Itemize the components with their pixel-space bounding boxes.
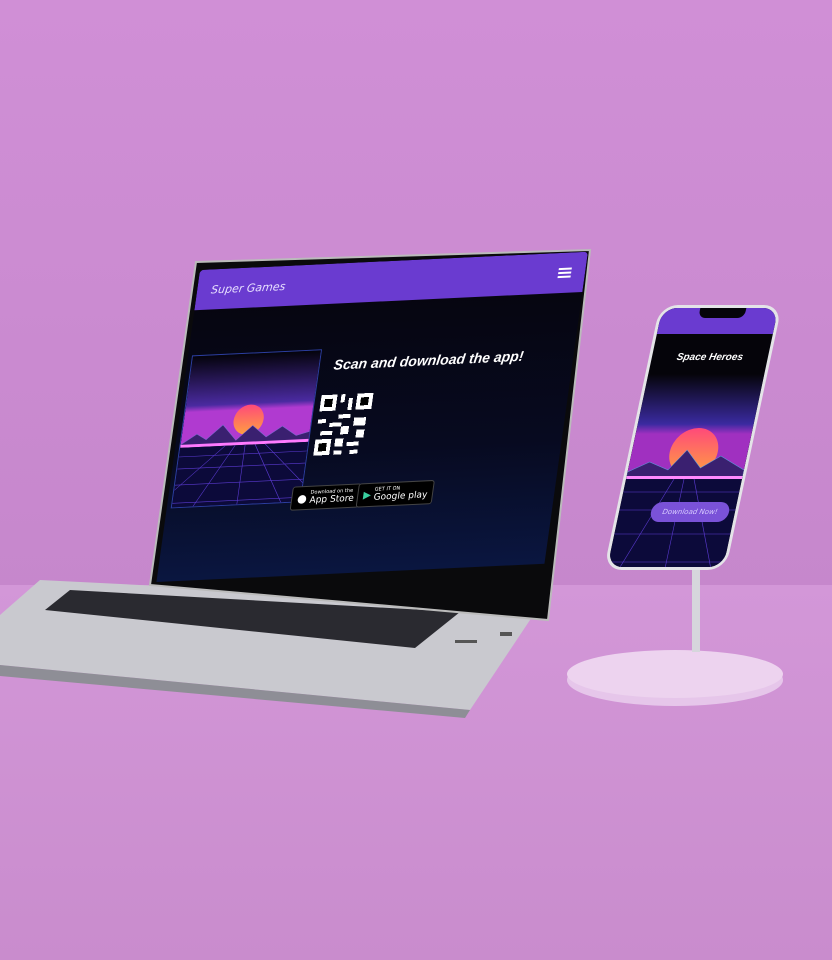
laptop-port [455,640,477,643]
play-store-icon: ▶ [362,489,372,501]
download-now-button[interactable]: Download Now! [648,502,732,522]
google-play-badge[interactable]: ▶ GET IT ON Google play [355,479,436,508]
download-headline: Scan and download the app! [332,347,525,373]
apple-icon: ● [296,491,308,505]
stand-pole [692,570,700,652]
brand-title[interactable]: Super Games [210,279,286,296]
laptop-port [500,632,512,636]
game-artwork [170,349,323,509]
game-title: Space Heroes [675,352,745,363]
badge-label: App Store [308,493,355,506]
phone-notch [698,308,747,318]
qr-code-icon [313,392,374,457]
laptop-screen: Super Games Scan and download the app! ●… [156,251,588,583]
badge-label: Google play [372,490,428,503]
hamburger-icon[interactable] [557,267,572,279]
app-store-badge[interactable]: ● Download on the App Store [289,483,362,511]
